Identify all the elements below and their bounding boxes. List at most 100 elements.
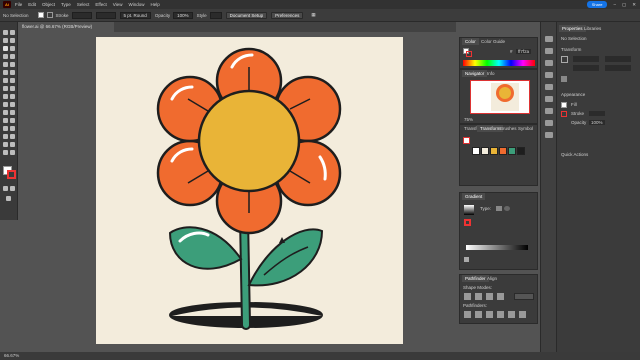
symbols-panel-icon[interactable] bbox=[545, 84, 553, 90]
gradient-panel-icon[interactable] bbox=[545, 120, 553, 126]
pencil-tool-icon[interactable] bbox=[3, 70, 8, 75]
type-tool-icon[interactable] bbox=[3, 54, 8, 59]
fill-swatch[interactable] bbox=[37, 12, 44, 18]
rotate-tool-icon[interactable] bbox=[3, 86, 8, 91]
scale-tool-icon[interactable] bbox=[10, 86, 15, 91]
y-field[interactable] bbox=[573, 65, 599, 71]
artboard-tool-icon[interactable] bbox=[10, 134, 15, 139]
menu-effect[interactable]: Effect bbox=[95, 2, 106, 7]
scissors-tool-icon[interactable] bbox=[10, 78, 15, 83]
style-dropdown[interactable] bbox=[209, 11, 222, 19]
screen-mode-icon[interactable] bbox=[10, 186, 15, 191]
gradient-linear-icon[interactable] bbox=[496, 206, 502, 211]
artboard[interactable] bbox=[96, 37, 403, 344]
swatch-fill-stroke[interactable] bbox=[463, 137, 470, 144]
trim-icon[interactable] bbox=[475, 311, 482, 318]
minimize-icon[interactable]: – bbox=[613, 2, 616, 7]
transparency-panel-icon[interactable] bbox=[545, 132, 553, 138]
shape-builder-tool-icon[interactable] bbox=[10, 102, 15, 107]
tab-gradient[interactable]: Gradient bbox=[462, 193, 486, 200]
layers-panel-icon[interactable] bbox=[545, 96, 553, 102]
document-setup-button[interactable]: Document Setup bbox=[225, 11, 268, 19]
navigator-thumbnail[interactable] bbox=[470, 80, 530, 114]
shaper-tool-icon[interactable] bbox=[10, 70, 15, 75]
line-tool-icon[interactable] bbox=[10, 54, 15, 59]
tab-libraries[interactable]: Libraries bbox=[581, 25, 604, 32]
color-swatch[interactable] bbox=[499, 147, 507, 155]
reference-point-icon[interactable] bbox=[561, 56, 568, 63]
stroke-weight-field[interactable] bbox=[71, 11, 92, 19]
tab-align[interactable]: Align bbox=[484, 275, 500, 282]
eyedropper-icon[interactable] bbox=[464, 257, 469, 262]
color-swatch[interactable] bbox=[508, 147, 516, 155]
share-button[interactable]: Share bbox=[586, 1, 608, 8]
menu-edit[interactable]: Edit bbox=[28, 2, 36, 7]
stroke-weight-input[interactable] bbox=[589, 111, 605, 116]
menu-select[interactable]: Select bbox=[77, 2, 90, 7]
free-transform-tool-icon[interactable] bbox=[3, 102, 8, 107]
gradient-preview[interactable] bbox=[464, 205, 474, 215]
stroke-label[interactable]: Stroke bbox=[56, 13, 69, 18]
status-zoom[interactable]: 66.67% bbox=[4, 353, 19, 358]
unite-icon[interactable] bbox=[464, 293, 471, 300]
menu-type[interactable]: Type bbox=[61, 2, 71, 7]
color-swatch[interactable] bbox=[481, 147, 489, 155]
color-swatch[interactable] bbox=[472, 147, 480, 155]
opacity-value[interactable]: 100% bbox=[589, 120, 605, 125]
appearance-fill-swatch[interactable] bbox=[561, 102, 567, 108]
slice-tool-icon[interactable] bbox=[3, 142, 8, 147]
crop-icon[interactable] bbox=[497, 311, 504, 318]
gradient-radial-icon[interactable] bbox=[504, 206, 510, 211]
navigator-panel-icon[interactable] bbox=[545, 48, 553, 54]
edit-toolbar-icon[interactable] bbox=[10, 150, 15, 155]
arrange-icon[interactable]: ▦ bbox=[311, 12, 315, 18]
column-graph-tool-icon[interactable] bbox=[3, 134, 8, 139]
menu-view[interactable]: View bbox=[113, 2, 123, 7]
hand-tool-icon[interactable] bbox=[10, 142, 15, 147]
zoom-tool-icon[interactable] bbox=[3, 150, 8, 155]
color-swatch[interactable] bbox=[517, 147, 525, 155]
maximize-icon[interactable]: ▢ bbox=[622, 2, 626, 8]
color-stroke-swatch[interactable] bbox=[466, 51, 472, 57]
stroke-panel-icon[interactable] bbox=[545, 108, 553, 114]
direct-selection-tool-icon[interactable] bbox=[10, 30, 15, 35]
color-swatch[interactable] bbox=[490, 147, 498, 155]
eraser-tool-icon[interactable] bbox=[3, 78, 8, 83]
magic-wand-tool-icon[interactable] bbox=[3, 38, 8, 43]
brush-dropdown[interactable]: 5 pt. Round bbox=[119, 11, 151, 19]
outline-icon[interactable] bbox=[508, 311, 515, 318]
symbol-sprayer-tool-icon[interactable] bbox=[10, 126, 15, 131]
gradient-stroke-swatch[interactable] bbox=[464, 219, 471, 226]
expand-button[interactable] bbox=[514, 293, 534, 300]
menu-file[interactable]: File bbox=[15, 2, 22, 7]
intersect-icon[interactable] bbox=[486, 293, 493, 300]
menu-window[interactable]: Window bbox=[128, 2, 144, 7]
stroke-swatch[interactable] bbox=[46, 12, 53, 18]
x-field[interactable] bbox=[573, 56, 599, 62]
color-panel-icon[interactable] bbox=[545, 36, 553, 42]
draw-mode-icon[interactable] bbox=[3, 186, 8, 191]
lasso-tool-icon[interactable] bbox=[10, 38, 15, 43]
warp-tool-icon[interactable] bbox=[10, 94, 15, 99]
tab-symbol[interactable]: Symbol bbox=[515, 125, 536, 132]
brushes-panel-icon[interactable] bbox=[545, 72, 553, 78]
exclude-icon[interactable] bbox=[497, 293, 504, 300]
eyedropper-tool-icon[interactable] bbox=[10, 118, 15, 123]
color-spectrum[interactable] bbox=[463, 60, 535, 66]
menu-object[interactable]: Object bbox=[42, 2, 55, 7]
swatches-panel-icon[interactable] bbox=[545, 60, 553, 66]
variable-width-field[interactable] bbox=[95, 11, 116, 19]
minus-front-icon[interactable] bbox=[475, 293, 482, 300]
gradient-slider[interactable] bbox=[466, 245, 528, 250]
paintbrush-tool-icon[interactable] bbox=[10, 62, 15, 67]
menu-help[interactable]: Help bbox=[150, 2, 159, 7]
tab-info[interactable]: Info bbox=[484, 70, 498, 77]
stroke-color-box[interactable] bbox=[7, 170, 16, 179]
h-field[interactable] bbox=[605, 65, 631, 71]
rectangle-tool-icon[interactable] bbox=[3, 62, 8, 67]
appearance-stroke-swatch[interactable] bbox=[561, 111, 567, 117]
merge-icon[interactable] bbox=[486, 311, 493, 318]
minus-back-icon[interactable] bbox=[519, 311, 526, 318]
width-tool-icon[interactable] bbox=[3, 94, 8, 99]
tab-color[interactable]: Color bbox=[462, 38, 479, 45]
